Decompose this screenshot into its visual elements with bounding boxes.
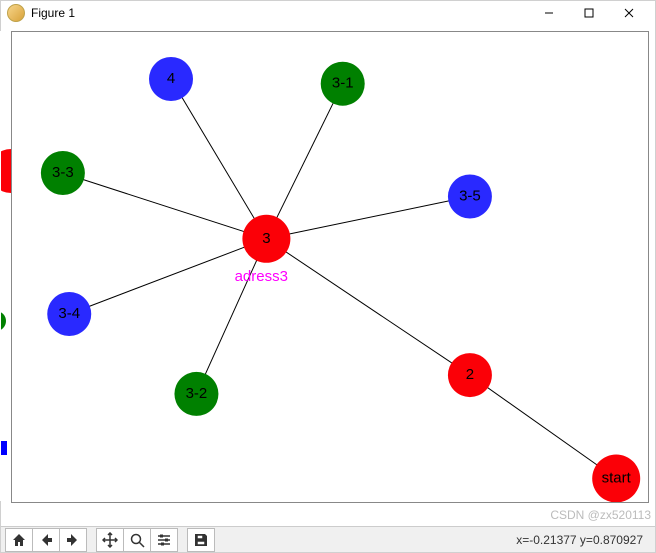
- footer-toolbar: x=-0.21377 y=0.870927: [1, 526, 655, 552]
- edge: [171, 79, 266, 239]
- edge: [266, 197, 470, 239]
- node-3-4[interactable]: [47, 292, 91, 336]
- node-3[interactable]: [242, 215, 290, 263]
- maximize-button[interactable]: [569, 1, 609, 25]
- node-3-3[interactable]: [41, 151, 85, 195]
- coordinate-readout: x=-0.21377 y=0.870927: [516, 533, 651, 547]
- node-start[interactable]: [592, 455, 640, 503]
- plot-area[interactable]: start2343-13-23-33-43-5 adress3: [11, 31, 649, 503]
- node-3-1[interactable]: [321, 62, 365, 106]
- node-3-5[interactable]: [448, 175, 492, 219]
- zoom-button[interactable]: [123, 528, 151, 552]
- node-3-2[interactable]: [174, 372, 218, 416]
- window-title: Figure 1: [31, 6, 75, 20]
- edge: [196, 239, 266, 394]
- network-graph: start2343-13-23-33-43-5 adress3: [12, 32, 648, 502]
- close-button[interactable]: [609, 1, 649, 25]
- edge: [63, 173, 267, 239]
- toolbar: [5, 528, 214, 552]
- back-button[interactable]: [32, 528, 60, 552]
- annotation-label: adress3: [235, 268, 288, 285]
- save-button[interactable]: [187, 528, 215, 552]
- configure-button[interactable]: [150, 528, 178, 552]
- title-bar: Figure 1: [1, 1, 655, 25]
- left-overflow-strip: [1, 31, 11, 501]
- app-icon: [7, 4, 25, 22]
- minimize-button[interactable]: [529, 1, 569, 25]
- edge: [470, 375, 616, 478]
- node-2[interactable]: [448, 353, 492, 397]
- pan-button[interactable]: [96, 528, 124, 552]
- home-button[interactable]: [5, 528, 33, 552]
- edge: [266, 84, 342, 239]
- app-window: Figure 1 start2343-13-23-33-43-5 adress3…: [0, 0, 656, 553]
- edge: [266, 239, 470, 375]
- truncated-blue-mark: [0, 441, 7, 455]
- forward-button[interactable]: [59, 528, 87, 552]
- node-4[interactable]: [149, 57, 193, 101]
- watermark: CSDN @zx520113: [550, 508, 651, 522]
